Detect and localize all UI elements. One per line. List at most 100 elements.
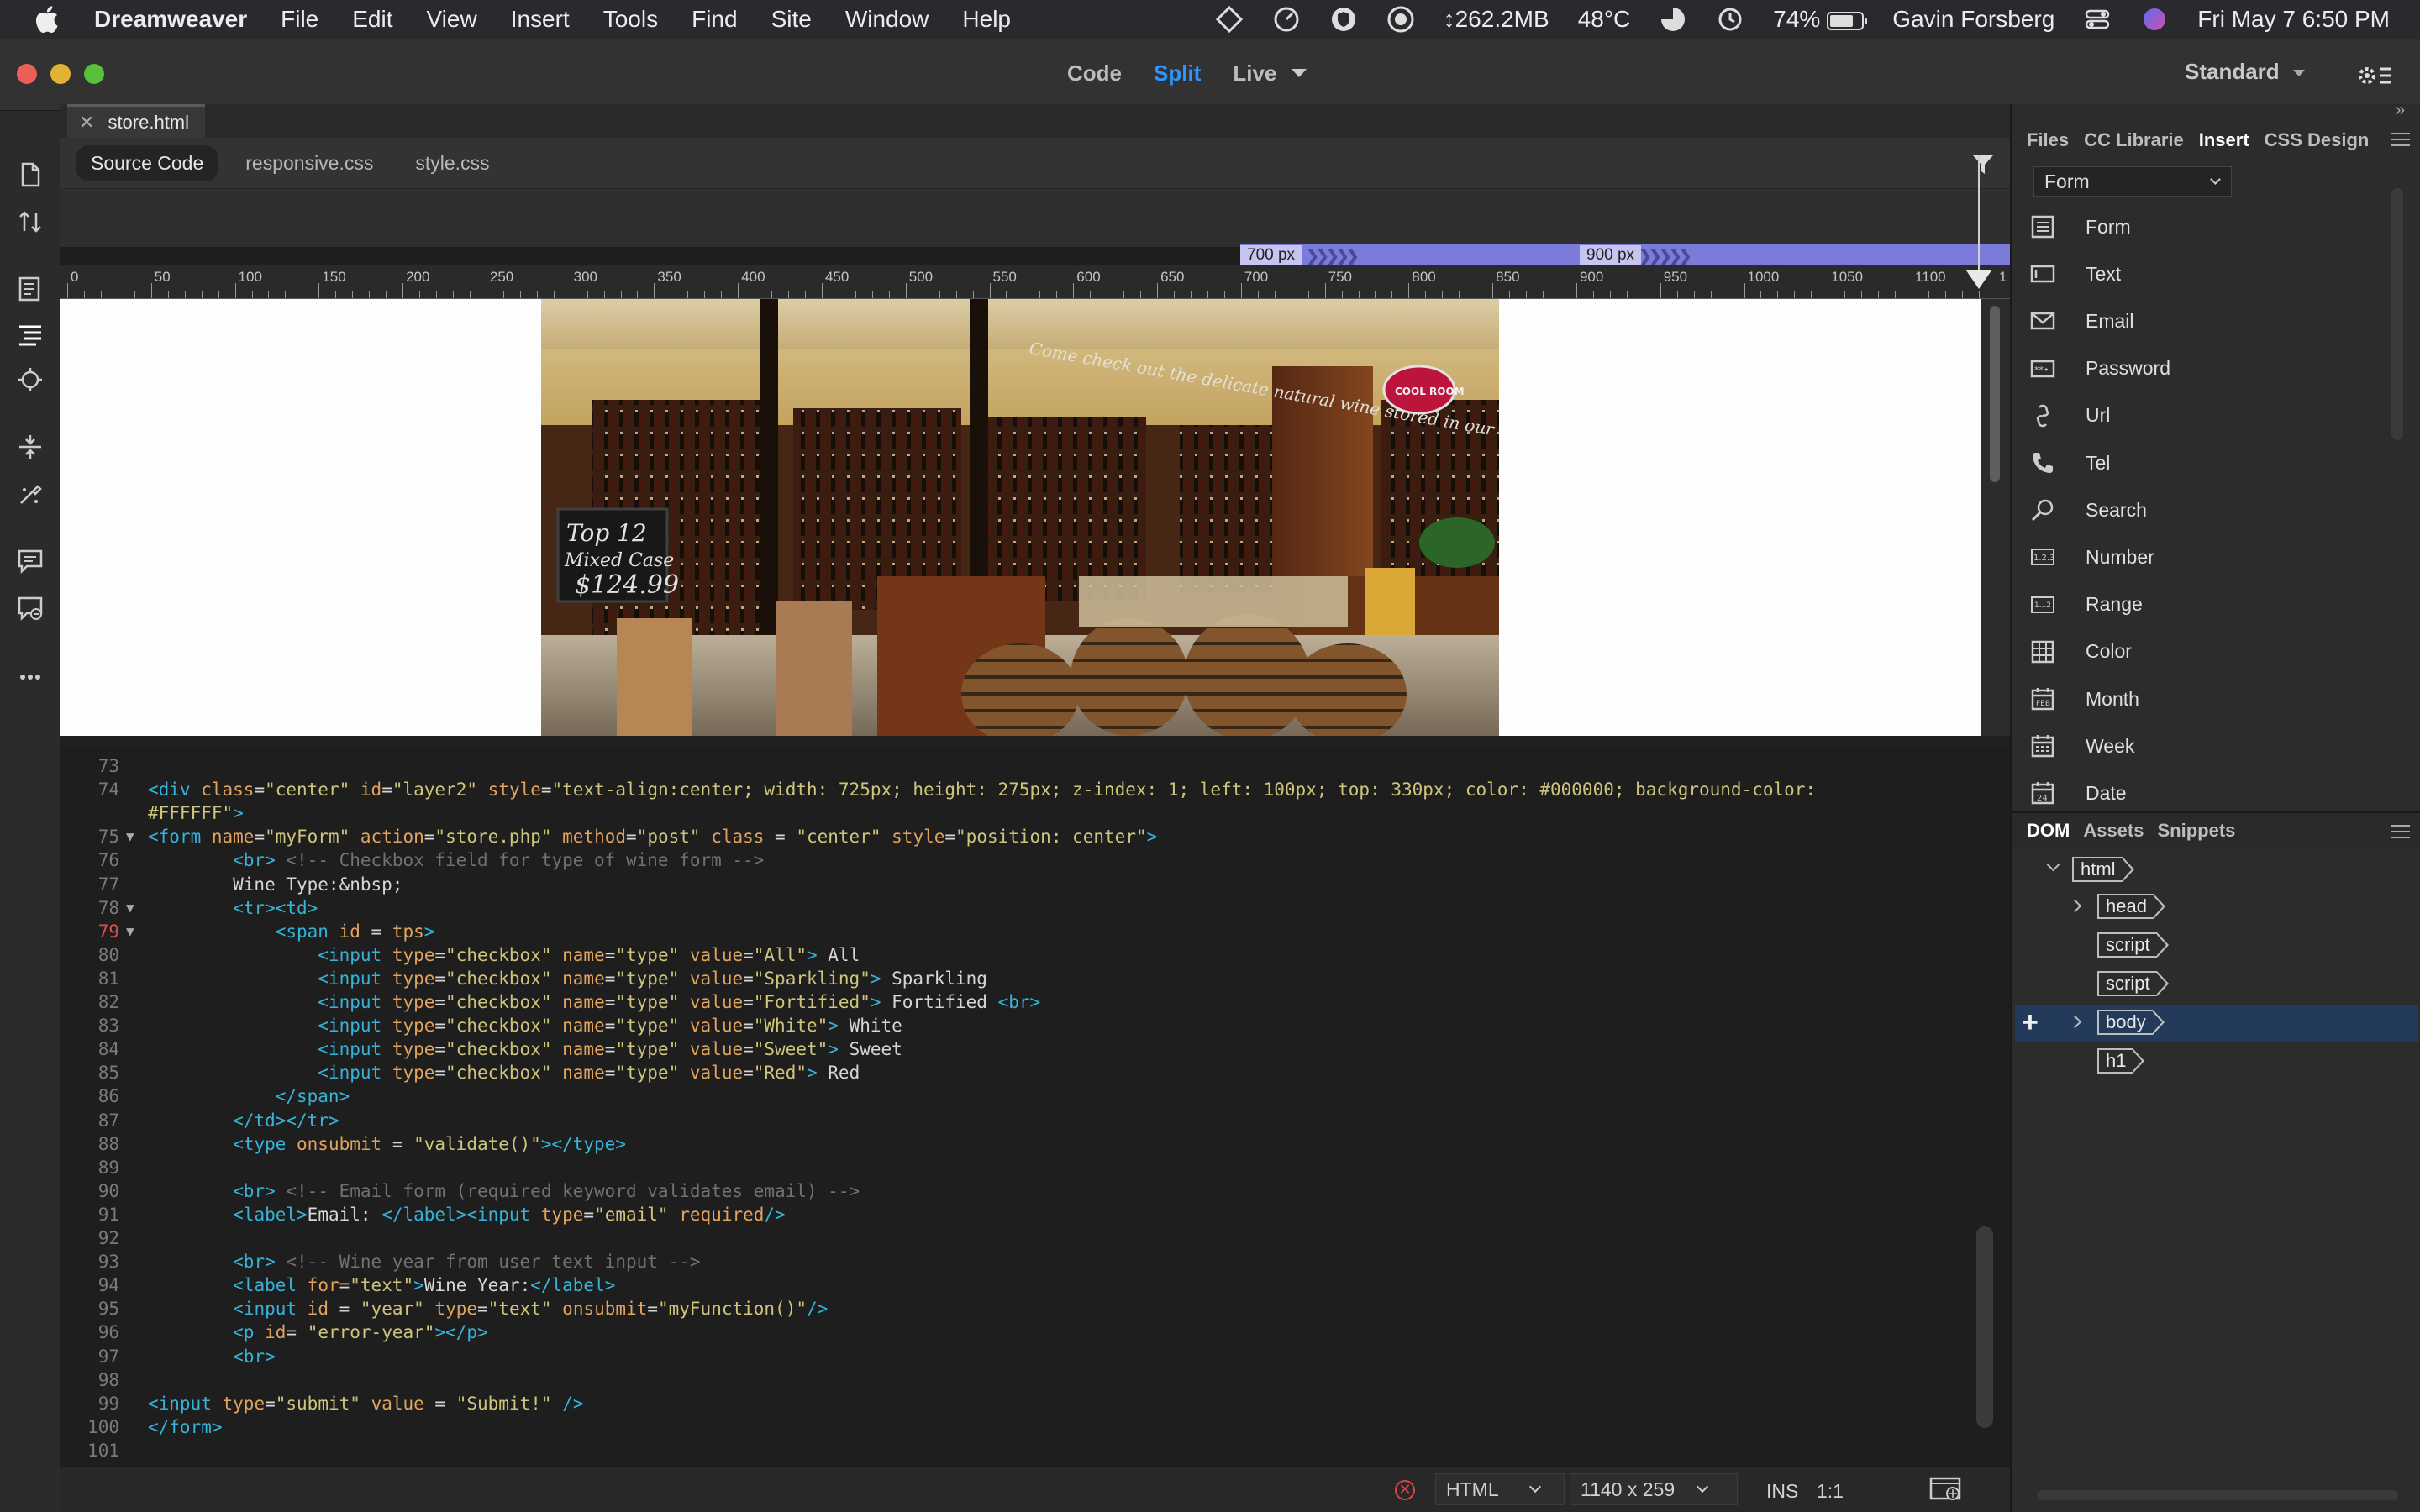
line-number[interactable]: 84 (60, 1037, 119, 1061)
line-number[interactable]: 92 (60, 1226, 119, 1250)
comment-icon[interactable] (13, 544, 47, 578)
line-number[interactable]: 76 (60, 848, 119, 872)
sync-settings-icon[interactable] (2354, 60, 2395, 91)
dom-node-body[interactable]: body (2097, 1008, 2165, 1037)
line-number[interactable]: 89 (60, 1156, 119, 1179)
line-number[interactable]: 96 (60, 1320, 119, 1344)
related-file-style-css[interactable]: style.css (400, 145, 504, 181)
panel-menu-icon[interactable] (2391, 133, 2410, 146)
fold-toggle-icon[interactable]: ▼ (126, 896, 134, 920)
error-icon[interactable]: ✕ (1395, 1480, 1415, 1500)
code-scrollbar[interactable] (1976, 1226, 1993, 1428)
app-menu-dreamweaver[interactable]: Dreamweaver (94, 6, 247, 33)
line-number[interactable]: 91 (60, 1203, 119, 1226)
menu-tools[interactable]: Tools (603, 6, 658, 33)
diamond-status-icon[interactable] (1215, 5, 1244, 34)
line-number[interactable]: 79 (60, 920, 119, 943)
line-number[interactable]: 97 (60, 1345, 119, 1368)
line-number[interactable]: 73 (60, 754, 119, 778)
insert-item-tel[interactable]: Tel (2028, 446, 2110, 480)
clock[interactable]: Fri May 7 6:50 PM (2197, 6, 2390, 33)
dom-horizontal-scrollbar[interactable] (2037, 1490, 2398, 1500)
dom-node-h1[interactable]: h1 (2097, 1047, 2146, 1075)
code-editor[interactable]: 73 74 <div class="center" id="layer2" styl… (60, 748, 2010, 1466)
more-tools-icon[interactable] (13, 660, 47, 694)
menu-file[interactable]: File (281, 6, 318, 33)
dom-node-html[interactable]: html (2072, 855, 2134, 884)
battery-indicator[interactable]: 74% (1773, 6, 1868, 33)
menu-window[interactable]: Window (845, 6, 929, 33)
live-view-scrollbar[interactable] (1981, 299, 2010, 736)
line-number[interactable]: 95 (60, 1297, 119, 1320)
insert-item-color[interactable]: Color (2028, 635, 2132, 669)
expand-collapse-icon[interactable] (13, 430, 47, 464)
user-name[interactable]: Gavin Forsberg (1892, 6, 2054, 33)
close-tab-icon[interactable]: ✕ (79, 112, 94, 134)
line-number[interactable]: 83 (60, 1014, 119, 1037)
tab-css-designer[interactable]: CSS Design (2265, 129, 2370, 151)
shield-status-icon[interactable] (1329, 5, 1358, 34)
line-number[interactable]: 74 (60, 778, 119, 801)
format-source-icon[interactable] (13, 318, 47, 351)
media-query-handle-700[interactable]: ❯❯❯❯❯ (1306, 247, 1360, 266)
insert-item-week[interactable]: Week (2028, 729, 2134, 763)
live-code-icon[interactable] (13, 272, 47, 306)
pie-status-icon[interactable] (1659, 5, 1687, 34)
collapse-panel-icon[interactable]: » (2396, 101, 2405, 120)
zoom-window-button[interactable] (84, 64, 104, 84)
tab-files[interactable]: Files (2027, 129, 2069, 151)
time-machine-icon[interactable] (1716, 5, 1744, 34)
device-width-marker[interactable] (1966, 270, 1991, 289)
chevron-down-icon[interactable] (2046, 858, 2060, 872)
line-number[interactable]: 87 (60, 1109, 119, 1132)
media-query-label-700[interactable]: 700 px (1240, 245, 1302, 265)
insert-item-search[interactable]: Search (2028, 493, 2147, 527)
insert-item-email[interactable]: Email (2028, 304, 2134, 338)
line-number[interactable]: 90 (60, 1179, 119, 1203)
wrap-tag-icon[interactable] (13, 477, 47, 511)
menu-insert[interactable]: Insert (511, 6, 570, 33)
line-number[interactable]: 85 (60, 1061, 119, 1084)
minimize-window-button[interactable] (50, 64, 71, 84)
line-number[interactable]: 101 (60, 1439, 119, 1462)
split-view-divider[interactable] (60, 736, 2010, 748)
insert-item-number[interactable]: 1.2.3 Number (2028, 540, 2154, 574)
gauge-status-icon[interactable] (1272, 5, 1301, 34)
line-number[interactable]: 99 (60, 1392, 119, 1415)
wine-store-image[interactable]: Top 12 Mixed Case $124.99 Come check out… (541, 299, 1499, 736)
scrollbar-thumb[interactable] (1990, 306, 2000, 482)
tab-snippets[interactable]: Snippets (2157, 820, 2235, 842)
dom-panel-menu-icon[interactable] (2391, 825, 2410, 838)
live-view-button[interactable]: Live (1233, 60, 1276, 87)
add-element-icon[interactable]: + (2022, 1006, 2039, 1039)
insert-item-month[interactable]: FEB Month (2028, 682, 2139, 716)
close-window-button[interactable] (17, 64, 37, 84)
insert-item-date[interactable]: 24 Date (2028, 776, 2127, 810)
line-number[interactable]: 77 (60, 873, 119, 896)
apple-logo-icon[interactable] (22, 0, 71, 39)
tab-assets[interactable]: Assets (2083, 820, 2144, 842)
siri-icon[interactable] (2140, 5, 2169, 34)
insert-mode[interactable]: INS (1766, 1480, 1798, 1503)
insert-item-text[interactable]: Text (2028, 257, 2121, 291)
dom-node-head[interactable]: head (2097, 892, 2165, 921)
related-file-responsive-css[interactable]: responsive.css (230, 145, 388, 181)
window-size-select[interactable]: 1140 x 259 (1570, 1473, 1738, 1505)
inspect-icon[interactable] (13, 363, 47, 396)
line-number[interactable]: 75 (60, 825, 119, 848)
media-query-handle-900[interactable]: ❯❯❯❯❯ (1639, 247, 1692, 266)
line-number[interactable]: 82 (60, 990, 119, 1014)
line-number[interactable]: 81 (60, 967, 119, 990)
remove-comment-icon[interactable] (13, 591, 47, 625)
media-query-label-900[interactable]: 900 px (1580, 245, 1642, 265)
menu-edit[interactable]: Edit (352, 6, 392, 33)
insert-item-password[interactable]: **• Password (2028, 352, 2170, 386)
fold-toggle-icon[interactable]: ▼ (126, 920, 134, 943)
live-view-dropdown-icon[interactable] (1292, 69, 1307, 77)
line-number[interactable]: 78 (60, 896, 119, 920)
line-number[interactable]: 88 (60, 1132, 119, 1156)
line-number[interactable]: 80 (60, 943, 119, 967)
menu-help[interactable]: Help (962, 6, 1011, 33)
line-number[interactable]: 100 (60, 1415, 119, 1439)
document-tab[interactable]: ✕ store.html (67, 104, 205, 138)
